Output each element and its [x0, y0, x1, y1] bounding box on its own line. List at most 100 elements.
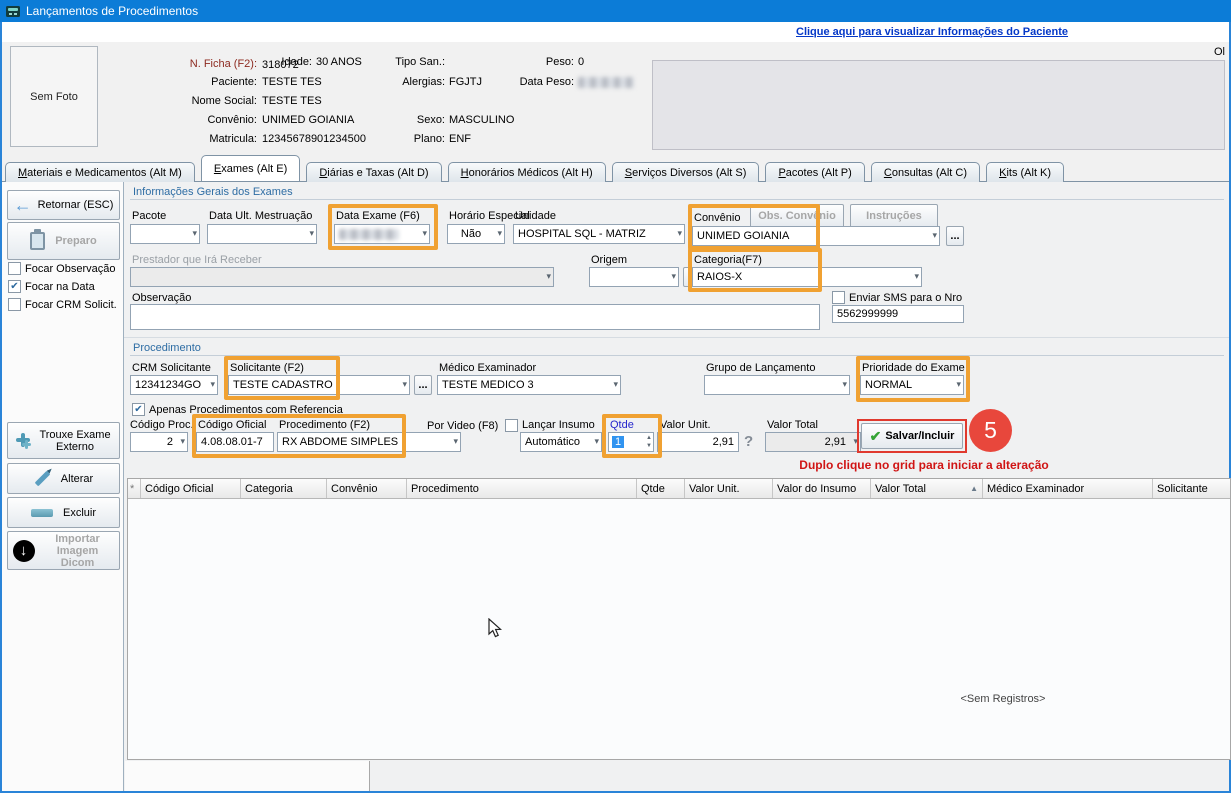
- grid-empty-text: <Sem Registros>: [903, 693, 1103, 705]
- tab-pacotes[interactable]: Pacotes (Alt P): [765, 162, 864, 183]
- col-categoria[interactable]: Categoria: [241, 479, 327, 498]
- section-title-gerais: Informações Gerais dos Exames: [133, 186, 293, 198]
- procedures-window: Lançamentos de Procedimentos Clique aqui…: [0, 0, 1231, 793]
- photo-placeholder: Sem Foto: [10, 46, 98, 147]
- lancar-insumo-combo[interactable]: Automático ▾: [520, 432, 602, 452]
- tab-honorarios[interactable]: Honorários Médicos (Alt H): [448, 162, 606, 183]
- tab-materiais[interactable]: Materiais e Medicamentos (Alt M): [5, 162, 195, 183]
- codigo-proc-combo[interactable]: 2 ▾: [130, 432, 188, 452]
- preparo-button[interactable]: Preparo: [7, 222, 120, 260]
- horario-especial-combo[interactable]: Não ▾: [447, 224, 505, 244]
- chevron-down-icon: ▾: [309, 228, 314, 239]
- data-peso-redacted-value: [578, 77, 634, 88]
- trouxe-exame-externo-button[interactable]: Trouxe Exame Externo: [7, 422, 120, 459]
- checkbox-box: [505, 419, 518, 432]
- col-solicitante[interactable]: Solicitante: [1153, 479, 1230, 498]
- valor-total-combo: 2,91 ▾: [765, 432, 861, 452]
- medico-examinador-combo[interactable]: TESTE MEDICO 3 ▾: [437, 375, 621, 395]
- col-valor-insumo[interactable]: Valor do Insumo: [773, 479, 871, 498]
- por-video-checkbox[interactable]: [505, 419, 518, 432]
- chevron-down-icon: ▾: [497, 228, 502, 239]
- chevron-down-icon: ▾: [671, 271, 676, 282]
- checkbox-checked-box: ✔: [132, 403, 145, 416]
- focar-crm-checkbox[interactable]: Focar CRM Solicit.: [8, 298, 117, 311]
- valor-unit-input[interactable]: 2,91: [657, 432, 739, 452]
- instrucoes-button[interactable]: Instruções: [850, 204, 938, 228]
- checkbox-box: [8, 298, 21, 311]
- clipboard-icon: [30, 232, 45, 250]
- focar-na-data-checkbox[interactable]: ✔ Focar na Data: [8, 280, 95, 293]
- peso-label: Peso:: [494, 56, 574, 68]
- codigo-proc-label: Código Proc.: [130, 419, 194, 431]
- categoria-combo[interactable]: RAIOS-X ▾: [692, 267, 922, 287]
- col-convenio[interactable]: Convênio: [327, 479, 407, 498]
- procedures-grid[interactable]: * Código Oficial Categoria Convênio Proc…: [127, 478, 1231, 760]
- prioridade-combo[interactable]: NORMAL ▾: [860, 375, 964, 395]
- tab-diarias[interactable]: Diárias e Taxas (Alt D): [306, 162, 441, 183]
- checkbox-box: [832, 291, 845, 304]
- retornar-button[interactable]: ← Retornar (ESC): [7, 190, 120, 220]
- plano-value: ENF: [449, 133, 471, 145]
- importar-dicom-button[interactable]: ↓ Importar Imagem Dicom: [7, 531, 120, 570]
- convenio-field-label: Convênio: [694, 212, 740, 224]
- grupo-lancamento-combo[interactable]: ▾: [704, 375, 850, 395]
- qtde-spinner[interactable]: 1 ▲ ▼: [608, 432, 654, 452]
- tab-consultas[interactable]: Consultas (Alt C): [871, 162, 980, 183]
- crm-solicitante-combo[interactable]: 12341234GO ▾: [130, 375, 218, 395]
- pencil-icon: [35, 471, 51, 487]
- unidade-combo[interactable]: HOSPITAL SQL - MATRIZ ▾: [513, 224, 685, 244]
- help-icon[interactable]: ?: [744, 433, 753, 450]
- col-medico-examinador[interactable]: Médico Examinador: [983, 479, 1153, 498]
- excluir-button[interactable]: Excluir: [7, 497, 120, 528]
- tab-exames[interactable]: Exames (Alt E): [201, 155, 300, 181]
- bottom-left-panel: [125, 761, 370, 791]
- section-divider: [130, 355, 1224, 356]
- plus-cross-icon: [16, 433, 31, 448]
- prestador-combo[interactable]: ▾: [130, 267, 554, 287]
- procedimento-combo[interactable]: RX ABDOME SIMPLES ▾: [277, 432, 461, 452]
- data-exame-combo[interactable]: ▾: [334, 224, 430, 244]
- origem-combo[interactable]: ▾: [589, 267, 679, 287]
- convenio-combo[interactable]: UNIMED GOIANIA ▾: [692, 226, 940, 246]
- chevron-down-icon: ▾: [546, 271, 551, 282]
- codigo-oficial-input[interactable]: 4.08.08.01-7: [196, 432, 274, 452]
- sms-number-input[interactable]: 5562999999: [832, 305, 964, 323]
- salvar-incluir-button[interactable]: ✔ Salvar/Incluir: [861, 423, 963, 449]
- solicitante-ellipsis-button[interactable]: ...: [414, 375, 432, 395]
- tab-servicos[interactable]: Serviços Diversos (Alt S): [612, 162, 760, 183]
- col-procedimento[interactable]: Procedimento: [407, 479, 637, 498]
- obs-convenio-button[interactable]: Obs. Convênio: [750, 204, 844, 228]
- patient-info-link[interactable]: Clique aqui para visualizar Informações …: [796, 26, 1068, 38]
- por-video-label: Por Video (F8): [427, 420, 498, 432]
- chevron-down-icon: ▾: [842, 379, 847, 390]
- apenas-referencia-checkbox[interactable]: ✔ Apenas Procedimentos com Referencia: [132, 403, 343, 416]
- alergias-value: FGJTJ: [449, 76, 482, 88]
- download-circle-icon: ↓: [13, 540, 35, 562]
- chevron-down-icon: ▾: [853, 436, 858, 447]
- convenio-ellipsis-button[interactable]: ...: [946, 226, 964, 246]
- data-ult-label: Data Ult. Mestruação: [209, 210, 312, 222]
- exames-tab-page: Informações Gerais dos Exames Pacote ▾ D…: [124, 182, 1229, 791]
- data-ult-combo[interactable]: ▾: [207, 224, 317, 244]
- col-valor-unit[interactable]: Valor Unit.: [685, 479, 773, 498]
- section-title-procedimento: Procedimento: [133, 342, 201, 354]
- solicitante-combo[interactable]: TESTE CADASTRO ▾: [228, 375, 410, 395]
- enviar-sms-checkbox[interactable]: Enviar SMS para o Nro: [832, 291, 962, 304]
- chevron-down-icon: ▾: [677, 228, 682, 239]
- data-peso-label: Data Peso:: [494, 76, 574, 88]
- prioridade-label: Prioridade do Exame: [862, 362, 965, 374]
- col-codigo-oficial[interactable]: Código Oficial: [141, 479, 241, 498]
- pacote-combo[interactable]: ▾: [130, 224, 200, 244]
- sexo-value: MASCULINO: [449, 114, 514, 126]
- alterar-button[interactable]: Alterar: [7, 463, 120, 494]
- grid-header: * Código Oficial Categoria Convênio Proc…: [128, 479, 1230, 499]
- nome-social-value: TESTE TES: [262, 95, 322, 107]
- focar-observacao-checkbox[interactable]: Focar Observação: [8, 262, 115, 275]
- observacao-input[interactable]: [130, 304, 820, 330]
- link-row: Clique aqui para visualizar Informações …: [2, 22, 1229, 42]
- categoria-label: Categoria(F7): [694, 254, 762, 266]
- col-valor-total[interactable]: Valor Total ▲: [871, 479, 983, 498]
- grupo-lancamento-label: Grupo de Lançamento: [706, 362, 815, 374]
- col-qtde[interactable]: Qtde: [637, 479, 685, 498]
- tab-kits[interactable]: Kits (Alt K): [986, 162, 1064, 183]
